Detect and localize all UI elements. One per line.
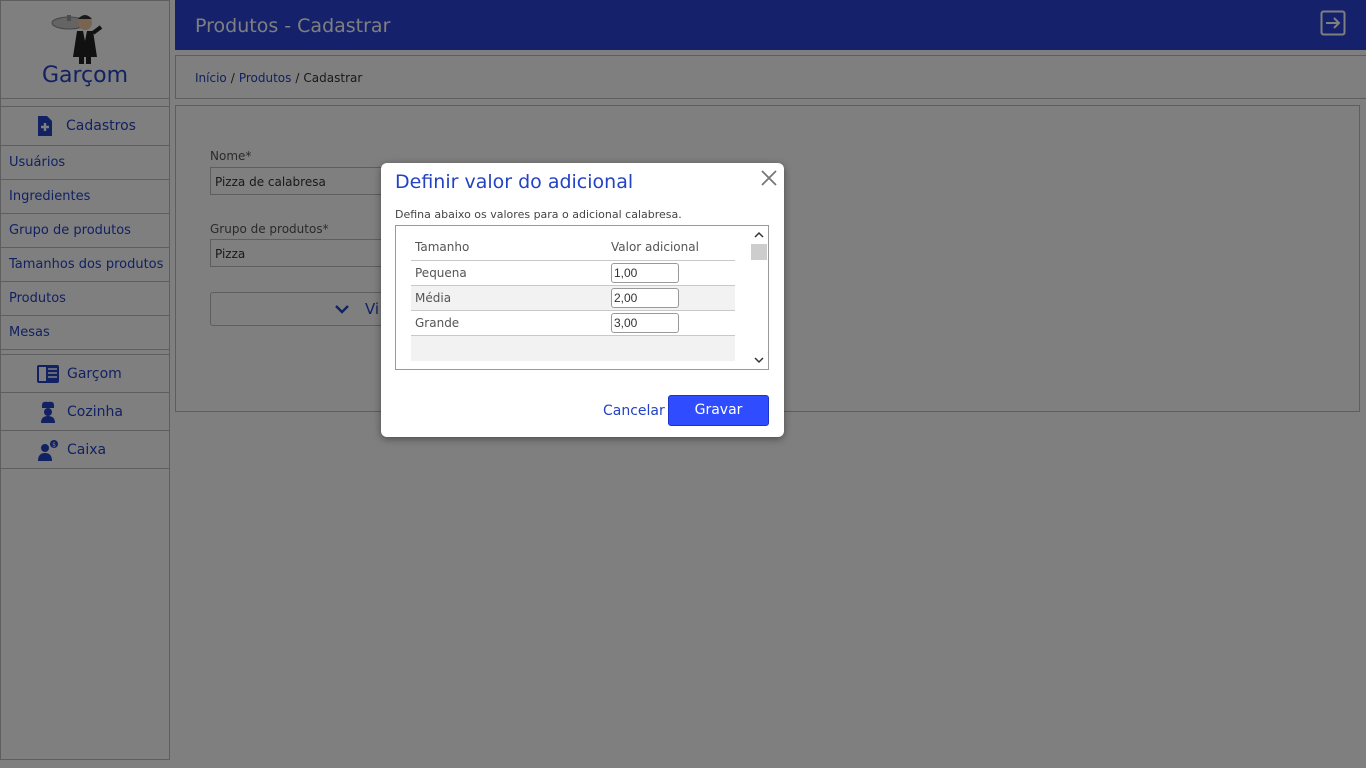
scrollbar-thumb[interactable]	[751, 244, 767, 260]
column-header-tamanho: Tamanho	[415, 240, 470, 254]
table-header: Tamanho Valor adicional	[411, 234, 735, 261]
dialog-title: Definir valor do adicional	[395, 171, 634, 193]
table-empty-row	[411, 336, 735, 361]
table-scrollbar[interactable]	[750, 226, 768, 369]
value-input[interactable]	[611, 288, 679, 308]
scroll-up-icon[interactable]	[754, 230, 764, 240]
size-cell: Grande	[415, 316, 460, 330]
value-input[interactable]	[611, 313, 679, 333]
table-row: Pequena	[411, 261, 735, 286]
values-table-container: Tamanho Valor adicional Pequena Média Gr…	[395, 225, 769, 370]
close-icon[interactable]	[760, 169, 778, 187]
save-button[interactable]: Gravar	[668, 395, 769, 426]
value-input[interactable]	[611, 263, 679, 283]
table-row: Grande	[411, 311, 735, 336]
dialog-description: Defina abaixo os valores para o adiciona…	[395, 208, 682, 221]
cancel-button[interactable]: Cancelar	[603, 403, 665, 419]
size-cell: Média	[415, 291, 452, 305]
values-table: Tamanho Valor adicional Pequena Média Gr…	[411, 234, 735, 361]
size-cell: Pequena	[415, 266, 467, 280]
scroll-down-icon[interactable]	[754, 355, 764, 365]
additional-value-dialog: Definir valor do adicional Defina abaixo…	[381, 163, 784, 437]
table-row: Média	[411, 286, 735, 311]
column-header-valor: Valor adicional	[611, 240, 699, 254]
